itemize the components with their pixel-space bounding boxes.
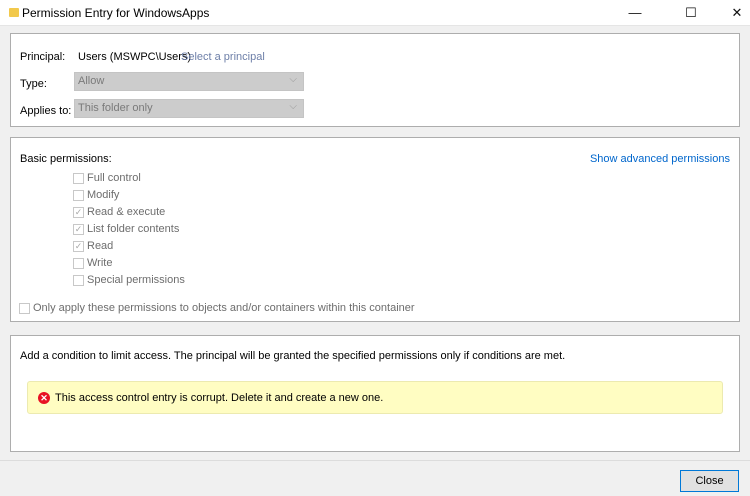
permission-checkbox[interactable] bbox=[73, 275, 84, 286]
type-select[interactable]: Allow ⌵ bbox=[74, 72, 304, 91]
error-banner: ✕ This access control entry is corrupt. … bbox=[27, 381, 723, 414]
permission-label: Write bbox=[87, 257, 112, 269]
permission-label: Modify bbox=[87, 189, 119, 201]
window-title: Permission Entry for WindowsApps bbox=[22, 6, 209, 20]
permission-checkbox[interactable] bbox=[73, 173, 84, 184]
maximize-button[interactable]: ☐ bbox=[668, 0, 714, 26]
permission-checkbox[interactable]: ✓ bbox=[73, 241, 84, 252]
principal-label: Principal: bbox=[20, 51, 65, 63]
permission-checkbox[interactable] bbox=[73, 190, 84, 201]
permissions-panel: Basic permissions: Show advanced permiss… bbox=[10, 137, 740, 322]
title-bar: Permission Entry for WindowsApps — ☐ ✕ bbox=[0, 0, 750, 26]
close-window-button[interactable]: ✕ bbox=[714, 0, 750, 26]
minimize-button[interactable]: — bbox=[612, 0, 658, 26]
principal-panel: Principal: Users (MSWPC\Users) Select a … bbox=[10, 33, 740, 127]
close-button[interactable]: Close bbox=[680, 470, 739, 492]
permission-label: Special permissions bbox=[87, 274, 185, 286]
permission-label: Full control bbox=[87, 172, 141, 184]
permission-checkbox[interactable] bbox=[73, 258, 84, 269]
permission-checkbox[interactable]: ✓ bbox=[73, 224, 84, 235]
principal-value: Users (MSWPC\Users) bbox=[78, 51, 191, 63]
condition-text: Add a condition to limit access. The pri… bbox=[20, 350, 565, 362]
folder-icon bbox=[9, 8, 19, 17]
show-advanced-permissions-link[interactable]: Show advanced permissions bbox=[590, 153, 730, 165]
error-icon: ✕ bbox=[38, 392, 50, 404]
permission-label: Read bbox=[87, 240, 113, 252]
select-principal-link[interactable]: Select a principal bbox=[181, 51, 265, 63]
permission-label: List folder contents bbox=[87, 223, 179, 235]
applies-to-label: Applies to: bbox=[20, 105, 71, 117]
applies-to-value: This folder only bbox=[78, 102, 153, 114]
only-apply-checkbox[interactable] bbox=[19, 303, 30, 314]
error-message: This access control entry is corrupt. De… bbox=[55, 392, 383, 404]
permission-checkbox[interactable]: ✓ bbox=[73, 207, 84, 218]
footer-divider bbox=[0, 460, 750, 461]
applies-to-select[interactable]: This folder only ⌵ bbox=[74, 99, 304, 118]
only-apply-label: Only apply these permissions to objects … bbox=[33, 302, 415, 314]
chevron-down-icon: ⌵ bbox=[289, 101, 297, 112]
basic-permissions-label: Basic permissions: bbox=[20, 153, 112, 165]
condition-panel: Add a condition to limit access. The pri… bbox=[10, 335, 740, 452]
type-label: Type: bbox=[20, 78, 47, 90]
permission-label: Read & execute bbox=[87, 206, 165, 218]
type-value: Allow bbox=[78, 75, 104, 87]
chevron-down-icon: ⌵ bbox=[289, 74, 297, 85]
